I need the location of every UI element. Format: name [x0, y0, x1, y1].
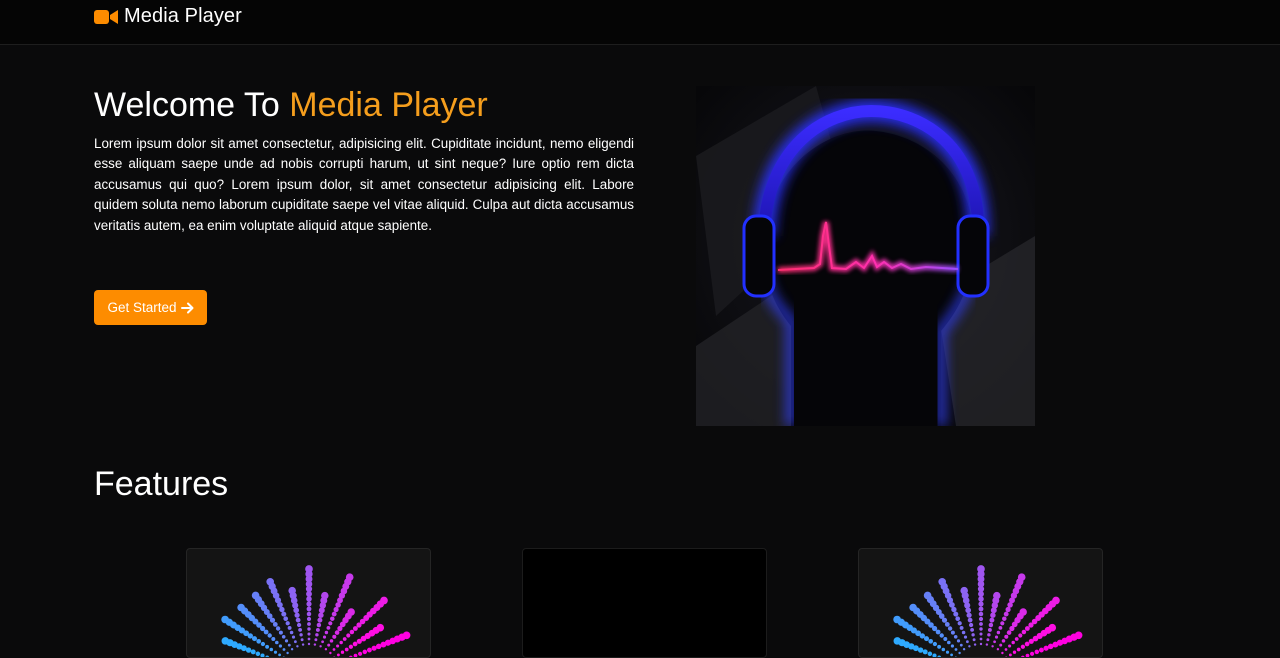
get-started-label: Get Started: [107, 300, 176, 315]
feature-card[interactable]: [186, 548, 431, 658]
equalizer-burst-illustration: [859, 549, 1103, 658]
blank-video-thumbnail: [523, 549, 767, 658]
video-camera-icon: [94, 9, 118, 25]
hero-title-prefix: Welcome To: [94, 86, 289, 124]
hero-description: Lorem ipsum dolor sit amet consectetur, …: [94, 134, 634, 236]
navbar: Media Player: [0, 0, 1280, 45]
feature-card[interactable]: [858, 548, 1103, 658]
arrow-right-icon: [181, 302, 194, 314]
brand-name: Media Player: [124, 5, 242, 28]
feature-card[interactable]: [522, 548, 767, 658]
brand-link[interactable]: Media Player: [94, 5, 242, 28]
features-title: Features: [94, 465, 228, 504]
hero-title-accent: Media Player: [289, 86, 487, 124]
get-started-button[interactable]: Get Started: [94, 290, 207, 325]
headphones-heartbeat-illustration: [696, 86, 1035, 426]
hero-title: Welcome To Media Player: [94, 86, 488, 125]
equalizer-burst-illustration: [187, 549, 431, 658]
